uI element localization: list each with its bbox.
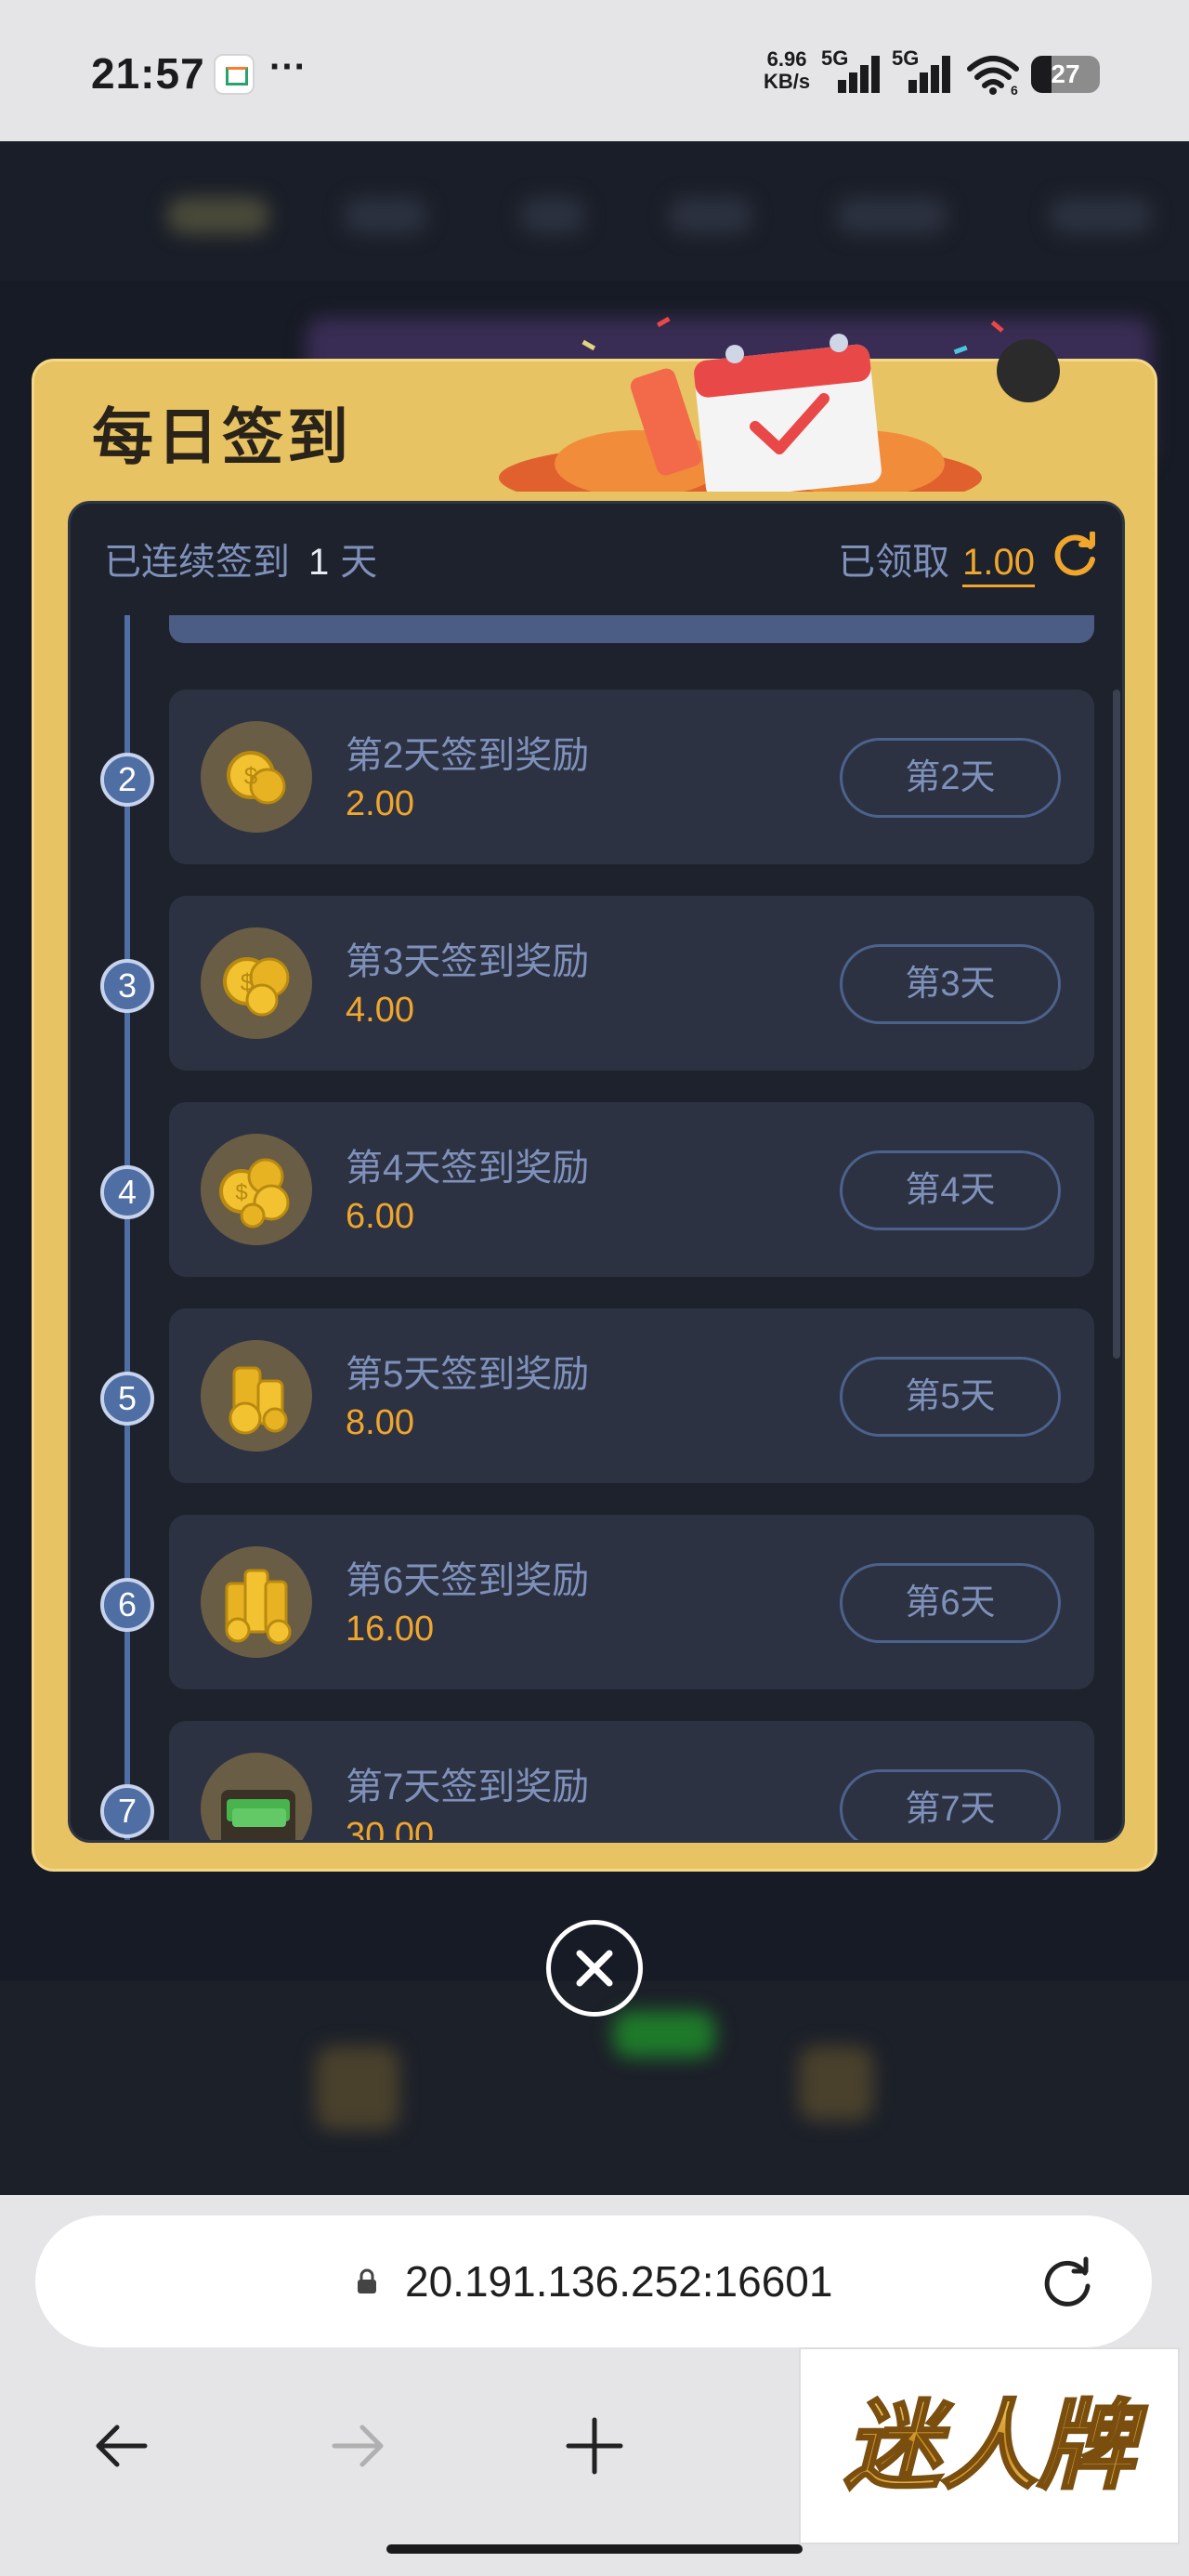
reward-amount: 2.00 [346,784,414,823]
claimed-label: 已领取 [838,542,950,583]
day-number-badge: 3 [100,959,154,1013]
browser-toolbar: 20.191.136.252:16601 迷人牌 [0,2195,1189,2576]
day-number-badge: 5 [100,1372,154,1426]
back-arrow-icon[interactable] [85,2409,160,2483]
signal-2-icon: 5G [892,46,957,93]
streak-prefix: 已连续签到 [104,542,290,583]
reward-row-day-5: 5 第5天签到奖励 8.00 第5天 [100,1308,1094,1483]
day-number-badge: 7 [100,1784,154,1838]
status-time: 21:57 [91,49,205,98]
address-bar[interactable]: 20.191.136.252:16601 [35,2215,1152,2347]
claim-day-4-button[interactable]: 第4天 [840,1150,1061,1230]
previous-row-edge [169,615,1094,643]
reload-icon[interactable] [1039,2253,1096,2310]
reward-amount: 8.00 [346,1403,414,1442]
wifi-label: 6 [1011,83,1018,95]
reward-title: 第7天签到奖励 [346,1767,590,1807]
network-speed-value: 6.96 [766,47,807,71]
forward-arrow-icon[interactable] [320,2409,394,2483]
refresh-icon[interactable] [1050,532,1100,582]
calendar-gift-illustration [499,316,1060,492]
close-icon [576,1950,613,1987]
coins-icon: $ [201,927,312,1039]
day-number-badge: 2 [100,753,154,807]
reward-row-day-2: 2 $ 第2天签到奖励 2.00 第2天 [100,690,1094,864]
reward-title: 第5天签到奖励 [346,1354,590,1395]
watermark-logo: 迷人牌 [799,2347,1180,2544]
claim-day-2-button[interactable]: 第2天 [840,738,1061,818]
daily-checkin-dialog: 每日签到 已连续签到 1 天 已领取 1.00 2 $ 第2天签到奖励 2.00… [32,316,1157,1872]
new-tab-plus-icon[interactable] [557,2409,632,2483]
reward-title: 第3天签到奖励 [346,941,590,982]
coin-pile-icon [201,1546,312,1658]
home-app-icon [214,54,255,95]
svg-text:$: $ [244,762,258,790]
checkin-summary: 已连续签到 1 天 已领取 1.00 [71,504,1122,615]
reward-amount: 30.00 [346,1816,435,1843]
reward-title: 第6天签到奖励 [346,1560,590,1601]
coin-stack-icon [201,1340,312,1452]
day-number-badge: 6 [100,1578,154,1632]
reward-amount: 16.00 [346,1610,435,1649]
wifi-icon: 6 [967,56,1019,95]
reward-row-day-3: 3 $ 第3天签到奖励 4.00 第3天 [100,896,1094,1071]
reward-title: 第4天签到奖励 [346,1148,590,1189]
url-text: 20.191.136.252:16601 [405,2257,833,2306]
reward-row-day-4: 4 $ 第4天签到奖励 6.00 第4天 [100,1102,1094,1277]
home-indicator[interactable] [386,2544,803,2554]
day-number-badge: 4 [100,1165,154,1219]
streak-days: 1 [308,542,330,583]
coins-icon: $ [201,1134,312,1245]
claim-day-6-button[interactable]: 第6天 [840,1563,1061,1643]
reward-row-day-7: 7 第7天签到奖励 30.00 第7天 [100,1721,1094,1843]
svg-text:$: $ [241,968,255,996]
network-speed-unit: KB/s [764,70,811,93]
lock-icon [358,2268,376,2293]
svg-text:$: $ [235,1180,247,1205]
claim-day-3-button[interactable]: 第3天 [840,944,1061,1024]
streak-summary: 已连续签到 1 天 [104,532,377,585]
cash-chest-icon [201,1753,312,1840]
scrollbar[interactable] [1113,690,1120,1359]
streak-unit: 天 [340,542,378,583]
reward-amount: 4.00 [346,991,414,1030]
checkin-panel: 已连续签到 1天 已领取 1.00 2 $ 第2天签到奖励 2.00 第2天 [68,501,1125,1843]
claimed-summary: 已领取 1.00 [838,532,1035,587]
claimed-value: 1.00 [962,542,1035,587]
sim1-label: 5G [821,46,849,70]
dialog-title: 每日签到 [92,402,352,471]
close-dialog-button[interactable] [546,1920,643,2017]
watermark-text: 迷人牌 [844,2389,1148,2503]
reward-title: 第2天签到奖励 [346,735,590,776]
status-bar: 21:57 ··· 6.96 KB/s 5G 5G 6 27 [0,0,1189,141]
reward-amount: 6.00 [346,1197,414,1236]
coin-icon: $ [201,721,312,833]
signal-1-icon: 5G [821,46,886,93]
claim-day-7-button[interactable]: 第7天 [840,1769,1061,1840]
claim-day-5-button[interactable]: 第5天 [840,1357,1061,1437]
more-notifications-icon: ··· [269,46,307,87]
reward-list[interactable]: 2 $ 第2天签到奖励 2.00 第2天 3 $ 第3天签到奖励 4.00 第3… [71,615,1122,1843]
reward-row-day-6: 6 第6天签到奖励 16.00 第6天 [100,1515,1094,1689]
network-speed: 6.96 KB/s [764,48,810,93]
sim2-label: 5G [892,46,920,70]
battery-icon: 27 [1031,56,1100,93]
battery-level: 27 [1051,59,1080,88]
